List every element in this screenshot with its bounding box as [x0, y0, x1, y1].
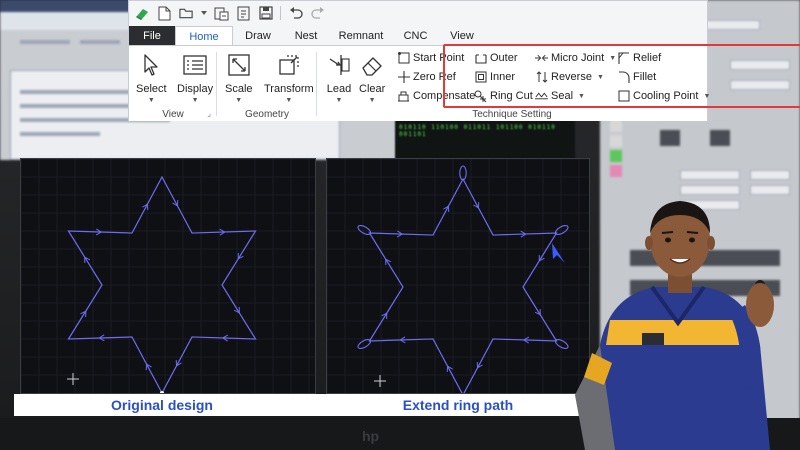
extend-ring-path-caption: Extend ring path: [402, 397, 514, 413]
select-dropdown-icon: ▼: [147, 97, 155, 104]
eraser-icon: [359, 52, 385, 78]
undo-icon[interactable]: [288, 6, 303, 21]
ring-loop: [357, 338, 372, 350]
tab-view[interactable]: View: [438, 26, 486, 46]
pointer-arrow-icon: [552, 243, 565, 263]
compensate-icon: [397, 90, 410, 103]
transform-dropdown-icon: ▼: [285, 97, 293, 104]
scale-button[interactable]: Scale ▼: [225, 52, 253, 104]
tab-nest[interactable]: Nest: [283, 26, 329, 46]
laptop-logo: hp: [362, 428, 380, 444]
crosshair-icon: [397, 71, 410, 84]
transform-button[interactable]: Transform ▼: [264, 52, 314, 104]
group-view: Select ▼ Display ▼ View ⌟: [129, 46, 217, 121]
tab-home[interactable]: Home: [175, 26, 233, 46]
view-group-launcher-icon[interactable]: ⌟: [207, 109, 211, 118]
original-design-caption: Original design: [111, 397, 213, 413]
clear-dropdown-icon: ▼: [368, 97, 376, 104]
import-icon[interactable]: [214, 6, 229, 21]
open-dropdown-icon[interactable]: [201, 6, 207, 21]
clear-button[interactable]: Clear ▼: [359, 52, 385, 104]
select-label: Select: [136, 83, 167, 95]
new-file-icon[interactable]: [157, 6, 172, 21]
open-folder-icon[interactable]: [179, 6, 194, 21]
ribbon-toolbar: File Home Draw Nest Remnant CNC View Sel…: [128, 0, 800, 121]
quick-access-toolbar: [129, 1, 707, 25]
ring-loop: [554, 338, 569, 350]
app-logo-icon: [135, 6, 150, 21]
lead-button[interactable]: Lead ▼: [326, 52, 352, 104]
tab-cnc[interactable]: CNC: [393, 26, 438, 46]
tab-remnant[interactable]: Remnant: [329, 26, 393, 46]
display-list-icon: [182, 52, 208, 78]
technique-highlight-box: [443, 44, 800, 108]
save-icon[interactable]: [258, 6, 273, 21]
start-point-icon: [397, 52, 410, 65]
lead-label: Lead: [326, 83, 352, 95]
original-design-panel: [20, 158, 316, 394]
export-icon[interactable]: [236, 6, 251, 21]
scale-dropdown-icon: ▼: [235, 97, 243, 104]
display-dropdown-icon: ▼: [191, 97, 199, 104]
extend-ring-path-panel: [326, 158, 590, 394]
ring-loop: [357, 224, 372, 236]
tab-draw[interactable]: Draw: [233, 26, 283, 46]
group-geometry: Scale ▼ Transform ▼ Geometry: [217, 46, 317, 121]
transform-icon: [276, 52, 302, 78]
select-button[interactable]: Select ▼: [136, 52, 167, 104]
presenter-illustration: [570, 195, 800, 450]
cursor-arrow-icon: [138, 52, 164, 78]
extend-ring-path-canvas: [327, 159, 589, 393]
lead-icon: [326, 52, 352, 78]
display-button[interactable]: Display ▼: [177, 52, 213, 104]
origin-crosshair: [374, 375, 386, 387]
scale-icon: [226, 52, 252, 78]
lead-dropdown-icon: ▼: [335, 97, 343, 104]
redo-icon[interactable]: [310, 6, 325, 21]
transform-label: Transform: [264, 83, 314, 95]
clear-label: Clear: [359, 83, 386, 95]
star-cut-path: [368, 177, 558, 393]
group-view-label: View: [162, 109, 184, 120]
group-geometry-label: Geometry: [245, 109, 289, 120]
ring-loop: [554, 224, 569, 236]
group-technique-label: Technique Setting: [472, 109, 552, 120]
tab-file[interactable]: File: [129, 26, 175, 46]
original-design-canvas: [21, 159, 315, 393]
display-label: Display: [177, 83, 214, 95]
caption-bar: Original design Extend ring path: [14, 394, 590, 416]
background-green-readout: 010110 110100 011011 101100 010110 00110…: [395, 118, 575, 160]
scale-label: Scale: [225, 83, 253, 95]
ribbon-tabs: File Home Draw Nest Remnant CNC View: [129, 26, 707, 46]
